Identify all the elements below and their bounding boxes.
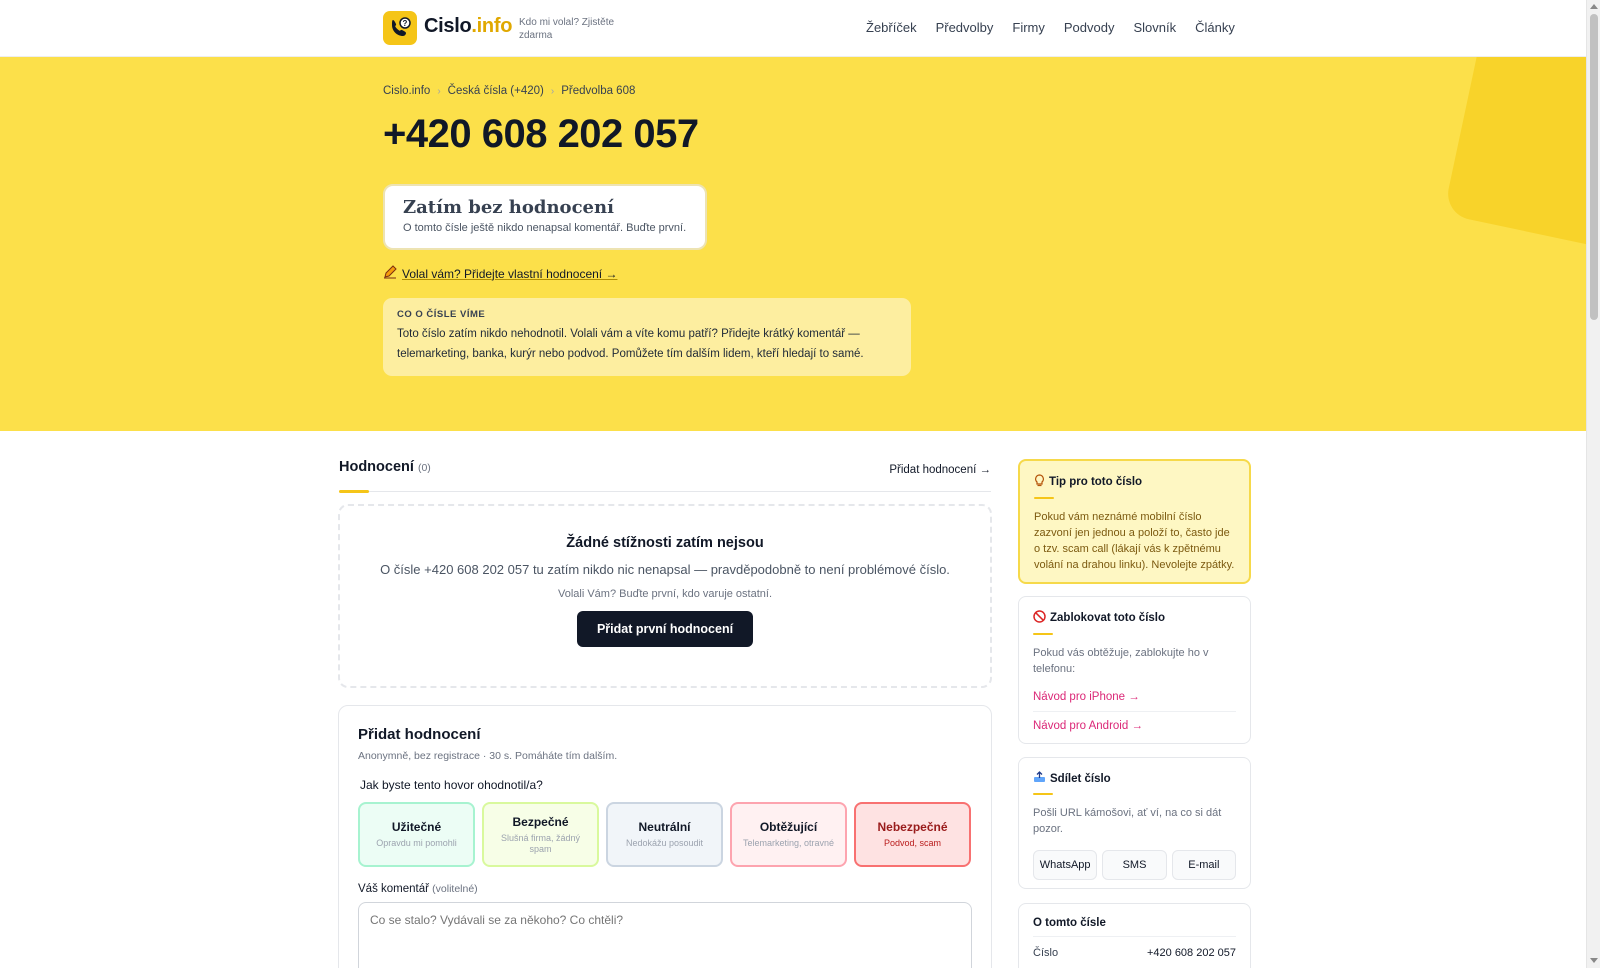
comment-optional-label: (volitelné) <box>432 883 478 895</box>
about-value: +420 608 202 057 <box>1146 947 1236 959</box>
option-title: Nebezpečné <box>877 820 948 834</box>
block-title-label: Zablokovat toto číslo <box>1050 612 1166 624</box>
share-email-button[interactable]: E-mail <box>1171 850 1236 880</box>
known-info-box: CO O ČÍSLE VÍME Toto číslo zatím nikdo n… <box>383 298 911 376</box>
nav-item-podvody[interactable]: Podvody <box>1064 20 1115 35</box>
phone-number-title: +420 608 202 057 <box>383 112 699 156</box>
tip-underline <box>1034 497 1054 499</box>
about-card: O tomto čísle Číslo +420 608 202 057 <box>1018 903 1251 968</box>
rating-title: Zatím bez hodnocení <box>403 197 614 218</box>
iphone-guide-link[interactable]: Návod pro iPhone → <box>1033 691 1236 703</box>
nav-item-firmy[interactable]: Firmy <box>1012 20 1045 35</box>
info-text: Toto číslo zatím nikdo nehodnotil. Volal… <box>397 328 864 360</box>
no-entry-icon <box>1033 610 1046 626</box>
option-dangerous[interactable]: Nebezpečné Podvod, scam <box>854 802 971 867</box>
scroll-down-arrow-icon[interactable] <box>1590 958 1598 963</box>
nav-item-predvolby[interactable]: Předvolby <box>936 20 994 35</box>
svg-text:?: ? <box>403 19 408 28</box>
scroll-up-arrow-icon[interactable] <box>1590 4 1598 9</box>
share-sms-button[interactable]: SMS <box>1102 850 1167 880</box>
site-header: ? Cislo.info Kdo mi volal? Zjistěte zdar… <box>0 0 1586 57</box>
breadcrumb-home[interactable]: Cislo.info <box>383 85 430 97</box>
block-text: Pokud vás obtěžuje, zablokujte ho v tele… <box>1033 647 1209 675</box>
breadcrumb: Cislo.info › Česká čísla (+420) › Předvo… <box>383 85 635 97</box>
about-row-number: Číslo +420 608 202 057 <box>1033 947 1236 959</box>
option-title: Neutrální <box>638 820 691 834</box>
option-annoying[interactable]: Obtěžující Telemarketing, otravné <box>730 802 847 867</box>
add-rating-link-label: Volal vám? Přidejte vlastní hodnocení → <box>402 266 618 281</box>
rating-subtitle: O tomto čísle ještě nikdo nenapsal komen… <box>403 222 687 234</box>
option-desc: Podvod, scam <box>883 838 942 848</box>
about-divider <box>1033 936 1236 937</box>
share-text: Pošli URL kámošovi, ať ví, na co si dát … <box>1033 807 1222 835</box>
breadcrumb-prefix[interactable]: Předvolba 608 <box>561 85 635 97</box>
tip-title-label: Tip pro toto číslo <box>1049 476 1143 488</box>
comment-label: Váš komentář (volitelné) <box>358 883 478 895</box>
nav-item-zebricek[interactable]: Žebříček <box>866 20 917 35</box>
pencil-icon <box>383 265 397 282</box>
info-label: CO O ČÍSLE VÍME <box>397 309 486 320</box>
share-whatsapp-button[interactable]: WhatsApp <box>1033 850 1098 880</box>
option-title: Obtěžující <box>759 820 818 834</box>
reviews-header: Hodnocení (0) Přidat hodnocení → <box>339 459 991 493</box>
tip-text: Pokud vám neznámé mobilní číslo zazvoní … <box>1034 511 1235 571</box>
option-desc: Opravdu mi pomohli <box>376 838 457 848</box>
share-tray-icon <box>1033 771 1046 786</box>
share-title-label: Sdílet číslo <box>1050 772 1111 785</box>
share-card: Sdílet číslo Pošli URL kámošovi, ať ví, … <box>1018 757 1251 889</box>
option-useful[interactable]: Užitečné Opravdu mi pomohli <box>358 802 475 867</box>
about-label: Číslo <box>1033 947 1059 959</box>
nav-item-slovnik[interactable]: Slovník <box>1133 20 1176 35</box>
decorative-shape <box>1443 57 1586 256</box>
breadcrumb-separator-icon: › <box>437 85 441 97</box>
option-neutral[interactable]: Neutrální Nedokážu posoudit <box>606 802 723 867</box>
empty-title: Žádné stížnosti zatím nejsou <box>566 535 764 551</box>
empty-text: O čísle +420 608 202 057 tu zatím nikdo … <box>380 562 950 577</box>
add-review-link[interactable]: Přidat hodnocení → <box>889 464 991 476</box>
page-scrollbar[interactable] <box>1586 0 1600 968</box>
breadcrumb-country[interactable]: Česká čísla (+420) <box>448 85 544 97</box>
logo-phone-icon[interactable]: ? <box>383 11 417 45</box>
option-title: Užitečné <box>391 820 442 834</box>
lightbulb-icon <box>1034 474 1045 490</box>
tip-card: Tip pro toto číslo Pokud vám neznámé mob… <box>1018 459 1251 584</box>
block-title: Zablokovat toto číslo <box>1033 610 1236 626</box>
reviews-count: (0) <box>417 462 431 474</box>
android-guide-link[interactable]: Návod pro Android → <box>1033 711 1236 732</box>
nav-item-clanky[interactable]: Články <box>1195 20 1235 35</box>
add-first-review-button[interactable]: Přidat první hodnocení <box>576 611 754 647</box>
option-title: Bezpečné <box>512 814 569 829</box>
rating-summary-card: Zatím bez hodnocení O tomto čísle ještě … <box>383 184 707 250</box>
form-subtitle: Anonymně, bez registrace · 30 s. Pomáhát… <box>358 750 618 762</box>
add-review-form: Přidat hodnocení Anonymně, bez registrac… <box>338 705 992 968</box>
reviews-title-underline <box>339 490 369 493</box>
logo-text[interactable]: Cislo.info <box>424 15 512 38</box>
add-rating-link[interactable]: Volal vám? Přidejte vlastní hodnocení → <box>383 265 617 282</box>
form-title: Přidat hodnocení <box>358 726 481 743</box>
breadcrumb-separator-icon: › <box>550 85 555 97</box>
hero-section: Cislo.info › Česká čísla (+420) › Předvo… <box>0 57 1586 431</box>
share-title: Sdílet číslo <box>1033 771 1236 786</box>
block-underline <box>1033 633 1053 635</box>
scrollbar-thumb[interactable] <box>1590 14 1598 320</box>
tagline: Kdo mi volal? Zjistěte zdarma <box>519 17 615 41</box>
share-underline <box>1033 793 1053 795</box>
block-card: Zablokovat toto číslo Pokud vás obtěžuje… <box>1018 596 1251 744</box>
tip-title: Tip pro toto číslo <box>1034 474 1235 490</box>
main-nav: Žebříček Předvolby Firmy Podvody Slovník… <box>866 20 1235 35</box>
rating-options: Užitečné Opravdu mi pomohli Bezpečné Slu… <box>358 802 972 867</box>
option-safe[interactable]: Bezpečné Slušná firma, žádný spam <box>482 802 599 867</box>
option-desc: Nedokážu posoudit <box>625 838 704 848</box>
comment-textarea[interactable] <box>358 902 972 968</box>
option-desc: Slušná firma, žádný spam <box>500 832 581 854</box>
option-desc: Telemarketing, otravné <box>742 838 835 848</box>
about-title: O tomto čísle <box>1033 917 1106 929</box>
form-question: Jak byste tento hovor ohodnotil/a? <box>360 778 543 792</box>
empty-reviews-box: Žádné stížnosti zatím nejsou O čísle +42… <box>338 504 992 688</box>
share-buttons: WhatsApp SMS E-mail <box>1033 850 1236 880</box>
empty-small-text: Volali Vám? Buďte první, kdo varuje osta… <box>557 588 773 600</box>
